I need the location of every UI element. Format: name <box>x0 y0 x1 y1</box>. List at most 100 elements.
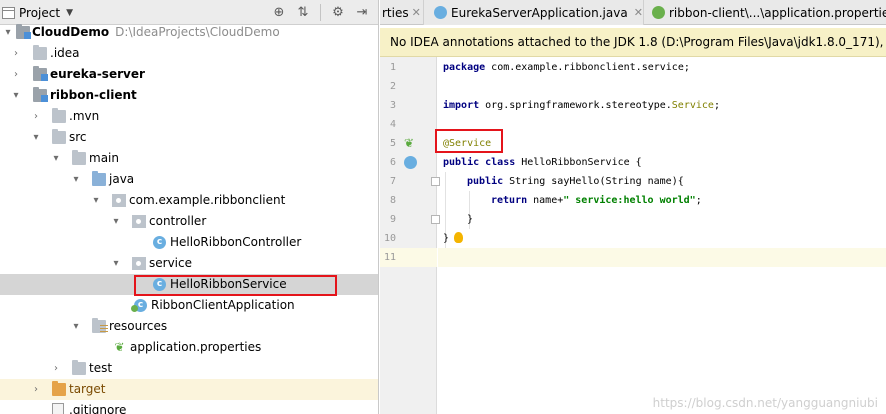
tree-item-application-properties[interactable]: ❦ application.properties <box>0 337 378 358</box>
folder-icon <box>33 45 47 60</box>
code-line: public class HelloRibbonService { <box>443 157 642 168</box>
close-icon[interactable]: ✕ <box>412 6 421 19</box>
tree-item-ribbon-client-application[interactable]: c RibbonClientApplication <box>0 295 378 316</box>
chevron-down-icon[interactable]: ▾ <box>30 127 42 148</box>
module-folder-icon <box>33 87 48 102</box>
package-icon <box>112 194 126 207</box>
project-view-icon <box>2 6 15 19</box>
folder-icon <box>52 129 66 144</box>
chevron-right-icon[interactable]: › <box>30 106 42 127</box>
tree-item-label: .gitignore <box>69 403 127 414</box>
chevron-down-icon[interactable]: ▾ <box>70 316 82 337</box>
tab-eureka-server-application[interactable]: EurekaServerApplication.java ✕ <box>424 0 644 25</box>
chevron-down-icon[interactable]: ▾ <box>110 211 122 232</box>
watermark: https://blog.csdn.net/yangguangniubi <box>652 396 878 410</box>
chevron-down-icon: ▼ <box>66 7 73 18</box>
close-icon[interactable]: ✕ <box>634 6 643 19</box>
tree-item-label: eureka-server <box>50 67 145 81</box>
gear-icon[interactable]: ⚙ <box>330 4 346 20</box>
line-number: 11 <box>383 252 396 263</box>
chevron-down-icon[interactable]: ▾ <box>110 253 122 274</box>
tab-label: rties <box>382 5 409 20</box>
tree-item-ribbon-client[interactable]: ▾ ribbon-client <box>0 85 378 106</box>
tree-item-label: application.properties <box>130 340 262 354</box>
resources-folder-icon <box>92 318 108 333</box>
code-line: import org.springframework.stereotype.Se… <box>443 100 720 111</box>
chevron-down-icon[interactable]: ▾ <box>90 190 102 211</box>
code-line: } <box>467 214 474 225</box>
line-number: 1 <box>389 62 396 73</box>
editor-panel: rties ✕ EurekaServerApplication.java ✕ r… <box>380 0 886 414</box>
project-panel-title: Project <box>19 5 61 20</box>
chevron-down-icon[interactable]: ▾ <box>50 148 62 169</box>
tree-item-main[interactable]: ▾ main <box>0 148 378 169</box>
tree-item-label: HelloRibbonController <box>170 235 302 249</box>
chevron-right-icon[interactable]: › <box>10 43 22 64</box>
spring-boot-class-icon: c <box>131 299 147 312</box>
folder-icon <box>72 150 86 165</box>
hide-panel-icon[interactable]: ⇥ <box>354 4 370 20</box>
tree-item-idea[interactable]: › .idea <box>0 43 378 64</box>
tree-item-label: RibbonClientApplication <box>151 298 295 312</box>
tree-item-label: service <box>149 256 192 270</box>
line-number: 5 <box>389 138 396 149</box>
tree-item-label: CloudDemo <box>32 25 110 39</box>
chevron-right-icon[interactable]: › <box>50 358 62 379</box>
tree-item-controller[interactable]: ▾ controller <box>0 211 378 232</box>
class-icon: c <box>153 236 166 249</box>
tree-item-label: main <box>89 151 119 165</box>
code-line: @Service <box>438 134 886 153</box>
tree-item-label: target <box>69 382 106 396</box>
tree-item-package[interactable]: ▾ com.example.ribbonclient <box>0 190 378 211</box>
line-number: 10 <box>383 233 396 244</box>
line-number: 6 <box>389 157 396 168</box>
package-icon <box>132 257 146 270</box>
code-line: } <box>443 233 450 244</box>
tree-item-clouddemo[interactable]: ▾ CloudDemo D:\IdeaProjects\CloudDemo <box>0 22 378 43</box>
package-icon <box>132 215 146 228</box>
code-line: public String sayHello(String name){ <box>467 176 684 187</box>
tree-item-service[interactable]: ▾ service <box>0 253 378 274</box>
tree-item-mvn[interactable]: › .mvn <box>0 106 378 127</box>
tree-item-target[interactable]: › target <box>0 379 378 400</box>
source-folder-icon <box>92 171 106 186</box>
line-number: 4 <box>389 119 396 130</box>
tab-label: ribbon-client\...\application.properties <box>669 5 886 20</box>
excluded-folder-icon <box>52 381 66 396</box>
line-number: 9 <box>389 214 396 225</box>
current-line <box>438 248 886 267</box>
notification-banner: No IDEA annotations attached to the JDK … <box>380 28 886 57</box>
tree-item-java[interactable]: ▾ java <box>0 169 378 190</box>
code-area[interactable]: package com.example.ribbonclient.service… <box>435 57 886 414</box>
spring-bean-icon[interactable]: ❦ <box>404 137 417 150</box>
module-folder-icon <box>16 24 31 39</box>
toolbar-divider <box>320 4 321 21</box>
spring-class-icon[interactable] <box>404 156 417 169</box>
tree-item-hello-ribbon-controller[interactable]: c HelloRibbonController <box>0 232 378 253</box>
spring-leaf-icon <box>652 6 665 19</box>
spring-leaf-icon: ❦ <box>114 340 125 354</box>
chevron-down-icon[interactable]: ▾ <box>70 169 82 190</box>
tab-application-properties[interactable]: ribbon-client\...\application.properties <box>644 0 886 25</box>
editor-gutter: 1 2 3 4 5 ❦ 6 7 8 9 10 11 <box>380 57 440 414</box>
tree-item-src[interactable]: ▾ src <box>0 127 378 148</box>
tree-item-gitignore[interactable]: .gitignore <box>0 400 378 414</box>
lightbulb-icon[interactable] <box>454 232 463 243</box>
chevron-down-icon[interactable]: ▾ <box>2 22 14 43</box>
locate-target-icon[interactable]: ⊕ <box>271 4 287 20</box>
project-path: D:\IdeaProjects\CloudDemo <box>115 25 280 39</box>
tree-item-test[interactable]: › test <box>0 358 378 379</box>
folder-icon <box>52 108 66 123</box>
tree-item-label: src <box>69 130 87 144</box>
tree-item-label: test <box>89 361 113 375</box>
tree-item-label: controller <box>149 214 207 228</box>
chevron-down-icon[interactable]: ▾ <box>10 85 22 106</box>
collapse-all-icon[interactable]: ⇅ <box>295 4 311 20</box>
tree-item-eureka-server[interactable]: › eureka-server <box>0 64 378 85</box>
class-icon <box>434 6 447 19</box>
tree-item-resources[interactable]: ▾ resources <box>0 316 378 337</box>
tab-properties-partial[interactable]: rties ✕ <box>380 0 424 25</box>
chevron-right-icon[interactable]: › <box>10 64 22 85</box>
chevron-right-icon[interactable]: › <box>30 379 42 400</box>
line-number: 7 <box>389 176 396 187</box>
